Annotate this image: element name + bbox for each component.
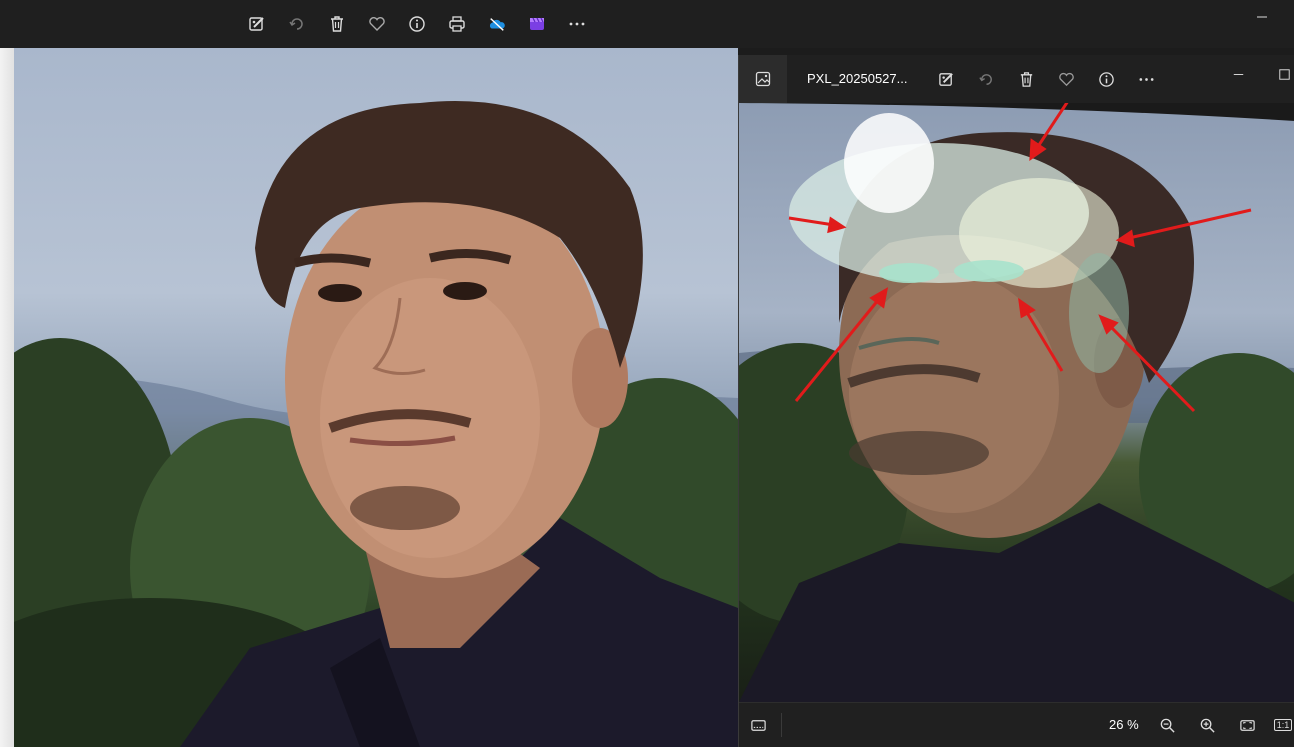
- zoom-out-icon[interactable]: [1156, 714, 1178, 736]
- clipchamp-icon[interactable]: [525, 12, 549, 36]
- actual-size-label: 1:1: [1273, 719, 1293, 731]
- minimize-button[interactable]: [1227, 63, 1249, 85]
- info-icon[interactable]: [405, 12, 429, 36]
- photos-app-icon[interactable]: [739, 55, 787, 103]
- edit-image-icon[interactable]: [245, 12, 269, 36]
- photo-paper-edge: [0, 48, 14, 747]
- file-name: PXL_20250527...: [807, 71, 908, 86]
- divider: [781, 713, 782, 737]
- portrait-photo-glare: [739, 103, 1294, 702]
- favorite-heart-icon[interactable]: [1055, 68, 1077, 90]
- delete-icon[interactable]: [325, 12, 349, 36]
- minimize-button[interactable]: [1252, 8, 1272, 24]
- fit-to-window-icon[interactable]: [1236, 714, 1258, 736]
- main-toolbar: [0, 0, 1294, 48]
- edit-image-icon[interactable]: [935, 68, 957, 90]
- info-icon[interactable]: [1095, 68, 1117, 90]
- photos-viewer-window: PXL_20250527... 26 % 1:1: [738, 55, 1294, 747]
- print-icon[interactable]: [445, 12, 469, 36]
- favorite-heart-icon[interactable]: [365, 12, 389, 36]
- zoom-level: 26 %: [1109, 717, 1139, 732]
- maximize-button[interactable]: [1273, 63, 1294, 85]
- delete-icon[interactable]: [1015, 68, 1037, 90]
- actual-size-button[interactable]: 1:1: [1273, 714, 1293, 736]
- zoom-in-icon[interactable]: [1196, 714, 1218, 736]
- glare-photo: [739, 103, 1294, 702]
- more-options-icon[interactable]: [565, 12, 589, 36]
- filmstrip-toggle-icon[interactable]: [747, 714, 769, 736]
- onedrive-icon[interactable]: [485, 12, 509, 36]
- portrait-photo-left: [0, 101, 738, 747]
- main-photo: [0, 48, 738, 747]
- viewer-bottom-bar: 26 % 1:1: [739, 702, 1294, 747]
- rotate-icon[interactable]: [285, 12, 309, 36]
- rotate-icon[interactable]: [975, 68, 997, 90]
- more-options-icon[interactable]: [1135, 68, 1157, 90]
- viewer-titlebar: PXL_20250527...: [739, 55, 1294, 103]
